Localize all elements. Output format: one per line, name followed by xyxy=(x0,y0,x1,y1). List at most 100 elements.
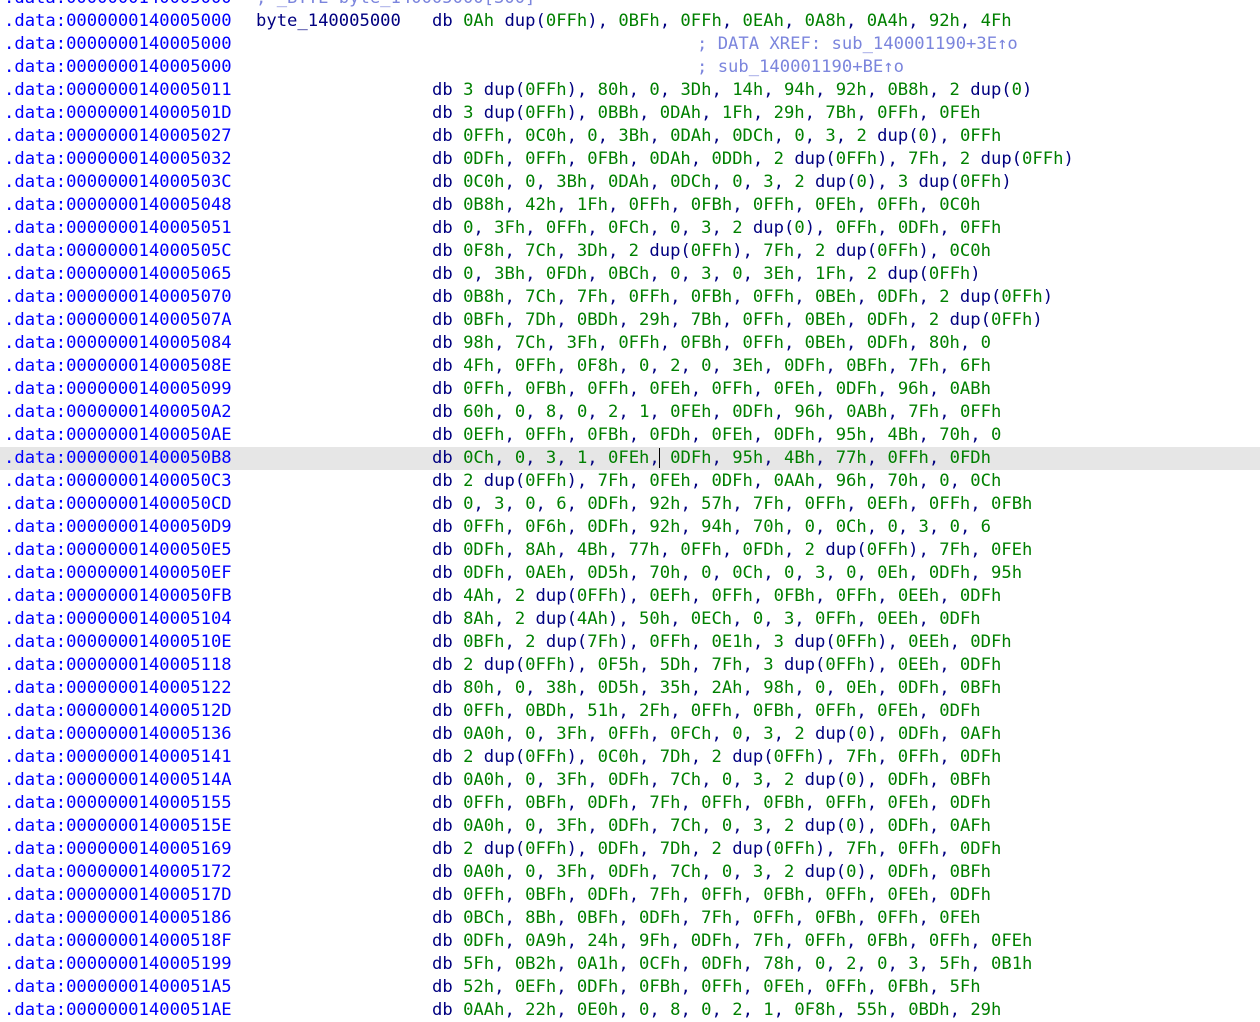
listing-line[interactable]: .data:00000001400050A2 db 60h, 0, 8, 0, 2… xyxy=(0,401,1260,424)
address-label[interactable]: .data:00000001400051AE xyxy=(4,999,232,1022)
listing-line[interactable]: .data:0000000140005141 db 2 dup(0FFh), 0C… xyxy=(0,746,1260,769)
instruction[interactable]: db 80h, 0, 38h, 0D5h, 35h, 2Ah, 98h, 0, … xyxy=(432,677,1001,700)
address-label[interactable]: .data:0000000140005118 xyxy=(4,654,232,677)
instruction[interactable]: db 2 dup(0FFh), 0DFh, 7Dh, 2 dup(0FFh), … xyxy=(432,838,1001,861)
instruction[interactable]: db 0FFh, 0BFh, 0DFh, 7Fh, 0FFh, 0FBh, 0F… xyxy=(432,792,991,815)
address-label[interactable]: .data:000000014000503C xyxy=(4,171,232,194)
listing-line[interactable]: .data:0000000140005136 db 0A0h, 0, 3Fh, 0… xyxy=(0,723,1260,746)
address-label[interactable]: .data:0000000140005011 xyxy=(4,79,232,102)
address-label[interactable]: .data:00000001400050C3 xyxy=(4,470,232,493)
listing-line[interactable]: .data:0000000140005199 db 5Fh, 0B2h, 0A1h… xyxy=(0,953,1260,976)
address-label[interactable]: .data:0000000140005099 xyxy=(4,378,232,401)
instruction[interactable]: db 0FFh, 0BDh, 51h, 2Fh, 0FFh, 0FBh, 0FF… xyxy=(432,700,981,723)
listing-line[interactable]: .data:000000014000501D db 3 dup(0FFh), 0B… xyxy=(0,102,1260,125)
listing-line[interactable]: .data:0000000140005000 ; sub_140001190+BE… xyxy=(0,56,1260,79)
listing-line[interactable]: .data:0000000140005099 db 0FFh, 0FBh, 0FF… xyxy=(0,378,1260,401)
instruction[interactable]: db 0FFh, 0F6h, 0DFh, 92h, 94h, 70h, 0, 0… xyxy=(432,516,991,539)
address-label[interactable]: .data:00000001400050EF xyxy=(4,562,232,585)
listing-line[interactable]: .data:0000000140005070 db 0B8h, 7Ch, 7Fh,… xyxy=(0,286,1260,309)
instruction[interactable]: db 0, 3Fh, 0FFh, 0FCh, 0, 3, 2 dup(0), 0… xyxy=(432,217,1001,240)
instruction[interactable]: db 0Ch, 0, 3, 1, 0FEh, 0DFh, 95h, 4Bh, 7… xyxy=(432,447,991,470)
listing-line[interactable]: .data:000000014000507A db 0BFh, 7Dh, 0BDh… xyxy=(0,309,1260,332)
instruction[interactable]: db 5Fh, 0B2h, 0A1h, 0CFh, 0DFh, 78h, 0, … xyxy=(432,953,1032,976)
listing-line[interactable]: .data:0000000140005000 ; DATA XREF: sub_1… xyxy=(0,33,1260,56)
address-label[interactable]: .data:00000001400050AE xyxy=(4,424,232,447)
listing-line[interactable]: .data:00000001400050C3 db 2 dup(0FFh), 7F… xyxy=(0,470,1260,493)
listing-line[interactable]: .data:0000000140005051 db 0, 3Fh, 0FFh, 0… xyxy=(0,217,1260,240)
address-label[interactable]: .data:0000000140005186 xyxy=(4,907,232,930)
instruction[interactable]: db 3 dup(0FFh), 80h, 0, 3Dh, 14h, 94h, 9… xyxy=(432,79,1032,102)
instruction[interactable]: db 0Ah dup(0FFh), 0BFh, 0FFh, 0EAh, 0A8h… xyxy=(432,10,1012,33)
instruction[interactable]: db 0DFh, 0AEh, 0D5h, 70h, 0, 0Ch, 0, 3, … xyxy=(432,562,1022,585)
listing-line[interactable]: .data:0000000140005027 db 0FFh, 0C0h, 0, … xyxy=(0,125,1260,148)
listing-line[interactable]: .data:0000000140005155 db 0FFh, 0BFh, 0DF… xyxy=(0,792,1260,815)
data-label[interactable]: byte_140005000 xyxy=(256,10,401,33)
address-label[interactable]: .data:00000001400050B8 xyxy=(4,447,232,470)
instruction[interactable]: db 0AAh, 22h, 0E0h, 0, 8, 0, 2, 1, 0F8h,… xyxy=(432,999,1001,1022)
listing-line[interactable]: .data:0000000140005186 db 0BCh, 8Bh, 0BFh… xyxy=(0,907,1260,930)
address-label[interactable]: .data:000000014000507A xyxy=(4,309,232,332)
address-label[interactable]: .data:0000000140005172 xyxy=(4,861,232,884)
instruction[interactable]: db 4Ah, 2 dup(0FFh), 0EFh, 0FFh, 0FBh, 0… xyxy=(432,585,1001,608)
address-label[interactable]: .data:0000000140005065 xyxy=(4,263,232,286)
instruction[interactable]: db 0BCh, 8Bh, 0BFh, 0DFh, 7Fh, 0FFh, 0FB… xyxy=(432,907,981,930)
address-label[interactable]: .data:0000000140005000 xyxy=(4,56,232,79)
listing-line[interactable]: .data:0000000140005169 db 2 dup(0FFh), 0D… xyxy=(0,838,1260,861)
listing-line[interactable]: .data:00000001400050CD db 0, 3, 0, 6, 0DF… xyxy=(0,493,1260,516)
address-label[interactable]: .data:000000014000501D xyxy=(4,102,232,125)
instruction[interactable]: db 0B8h, 7Ch, 7Fh, 0FFh, 0FBh, 0FFh, 0BE… xyxy=(432,286,1053,309)
address-label[interactable]: .data:0000000140005000 xyxy=(4,33,232,56)
address-label[interactable]: .data:000000014000508E xyxy=(4,355,232,378)
instruction[interactable]: db 0DFh, 0FFh, 0FBh, 0DAh, 0DDh, 2 dup(0… xyxy=(432,148,1074,171)
listing-line[interactable]: .data:000000014000505C db 0F8h, 7Ch, 3Dh,… xyxy=(0,240,1260,263)
address-label[interactable]: .data:000000014000515E xyxy=(4,815,232,838)
instruction[interactable]: db 0, 3, 0, 6, 0DFh, 92h, 57h, 7Fh, 0FFh… xyxy=(432,493,1032,516)
listing-line[interactable]: .data:000000014000508E db 4Fh, 0FFh, 0F8h… xyxy=(0,355,1260,378)
listing-line[interactable]: .data:0000000140005048 db 0B8h, 42h, 1Fh,… xyxy=(0,194,1260,217)
instruction[interactable]: db 2 dup(0FFh), 0F5h, 5Dh, 7Fh, 3 dup(0F… xyxy=(432,654,1001,677)
listing-line[interactable]: .data:000000014000514A db 0A0h, 0, 3Fh, 0… xyxy=(0,769,1260,792)
listing-line[interactable]: .data:00000001400050FB db 4Ah, 2 dup(0FFh… xyxy=(0,585,1260,608)
address-label[interactable]: .data:0000000140005141 xyxy=(4,746,232,769)
listing-line[interactable]: .data:000000014000503C db 0C0h, 0, 3Bh, 0… xyxy=(0,171,1260,194)
listing-line[interactable]: .data:0000000140005118 db 2 dup(0FFh), 0F… xyxy=(0,654,1260,677)
address-label[interactable]: .data:0000000140005136 xyxy=(4,723,232,746)
address-label[interactable]: .data:0000000140005048 xyxy=(4,194,232,217)
listing-line-selected[interactable]: .data:00000001400050B8 db 0Ch, 0, 3, 1, 0… xyxy=(0,447,1260,470)
instruction[interactable]: db 8Ah, 2 dup(4Ah), 50h, 0ECh, 0, 3, 0FF… xyxy=(432,608,981,631)
listing-line[interactable]: .data:0000000140005065 db 0, 3Bh, 0FDh, 0… xyxy=(0,263,1260,286)
address-label[interactable]: .data:0000000140005051 xyxy=(4,217,232,240)
address-label[interactable]: .data:000000014000517D xyxy=(4,884,232,907)
instruction[interactable]: db 0A0h, 0, 3Fh, 0DFh, 7Ch, 0, 3, 2 dup(… xyxy=(432,861,991,884)
listing-line[interactable]: .data:000000014000510E db 0BFh, 2 dup(7Fh… xyxy=(0,631,1260,654)
address-label[interactable]: .data:00000001400051A5 xyxy=(4,976,232,999)
address-label[interactable]: .data:0000000140005104 xyxy=(4,608,232,631)
address-label[interactable]: .data:0000000140005084 xyxy=(4,332,232,355)
listing-line[interactable]: .data:000000014000517D db 0FFh, 0BFh, 0DF… xyxy=(0,884,1260,907)
listing-line[interactable]: .data:00000001400050D9 db 0FFh, 0F6h, 0DF… xyxy=(0,516,1260,539)
instruction[interactable]: db 98h, 7Ch, 3Fh, 0FFh, 0FBh, 0FFh, 0BEh… xyxy=(432,332,991,355)
listing-line[interactable]: .data:0000000140005000 byte_140005000 db 0… xyxy=(0,10,1260,33)
address-label[interactable]: .data:00000001400050FB xyxy=(4,585,232,608)
listing-line[interactable]: .data:0000000140005104 db 8Ah, 2 dup(4Ah)… xyxy=(0,608,1260,631)
instruction[interactable]: db 2 dup(0FFh), 7Fh, 0FEh, 0DFh, 0AAh, 9… xyxy=(432,470,1001,493)
address-label[interactable]: .data:000000014000505C xyxy=(4,240,232,263)
address-label[interactable]: .data:00000001400050A2 xyxy=(4,401,232,424)
address-label[interactable]: .data:0000000140005000 xyxy=(4,10,232,33)
instruction[interactable]: db 0BFh, 7Dh, 0BDh, 29h, 7Bh, 0FFh, 0BEh… xyxy=(432,309,1043,332)
instruction[interactable]: db 60h, 0, 8, 0, 2, 1, 0FEh, 0DFh, 96h, … xyxy=(432,401,1001,424)
listing-line[interactable]: .data:00000001400051AE db 0AAh, 22h, 0E0h… xyxy=(0,999,1260,1022)
instruction[interactable]: db 3 dup(0FFh), 0BBh, 0DAh, 1Fh, 29h, 7B… xyxy=(432,102,981,125)
address-label[interactable]: .data:0000000140005155 xyxy=(4,792,232,815)
instruction[interactable]: db 0, 3Bh, 0FDh, 0BCh, 0, 3, 0, 3Eh, 1Fh… xyxy=(432,263,981,286)
address-label[interactable]: .data:0000000140005122 xyxy=(4,677,232,700)
disassembly-listing[interactable]: .data:0000000140005000 ; _BYTE byte_14000… xyxy=(0,0,1260,1022)
address-label[interactable]: .data:000000014000512D xyxy=(4,700,232,723)
listing-line[interactable]: .data:00000001400050EF db 0DFh, 0AEh, 0D5… xyxy=(0,562,1260,585)
address-label[interactable]: .data:0000000140005070 xyxy=(4,286,232,309)
address-label[interactable]: .data:0000000140005032 xyxy=(4,148,232,171)
instruction[interactable]: db 0A0h, 0, 3Fh, 0DFh, 7Ch, 0, 3, 2 dup(… xyxy=(432,769,991,792)
listing-line[interactable]: .data:000000014000518F db 0DFh, 0A9h, 24h… xyxy=(0,930,1260,953)
instruction[interactable]: db 0DFh, 0A9h, 24h, 9Fh, 0DFh, 7Fh, 0FFh… xyxy=(432,930,1032,953)
address-label[interactable]: .data:00000001400050D9 xyxy=(4,516,232,539)
